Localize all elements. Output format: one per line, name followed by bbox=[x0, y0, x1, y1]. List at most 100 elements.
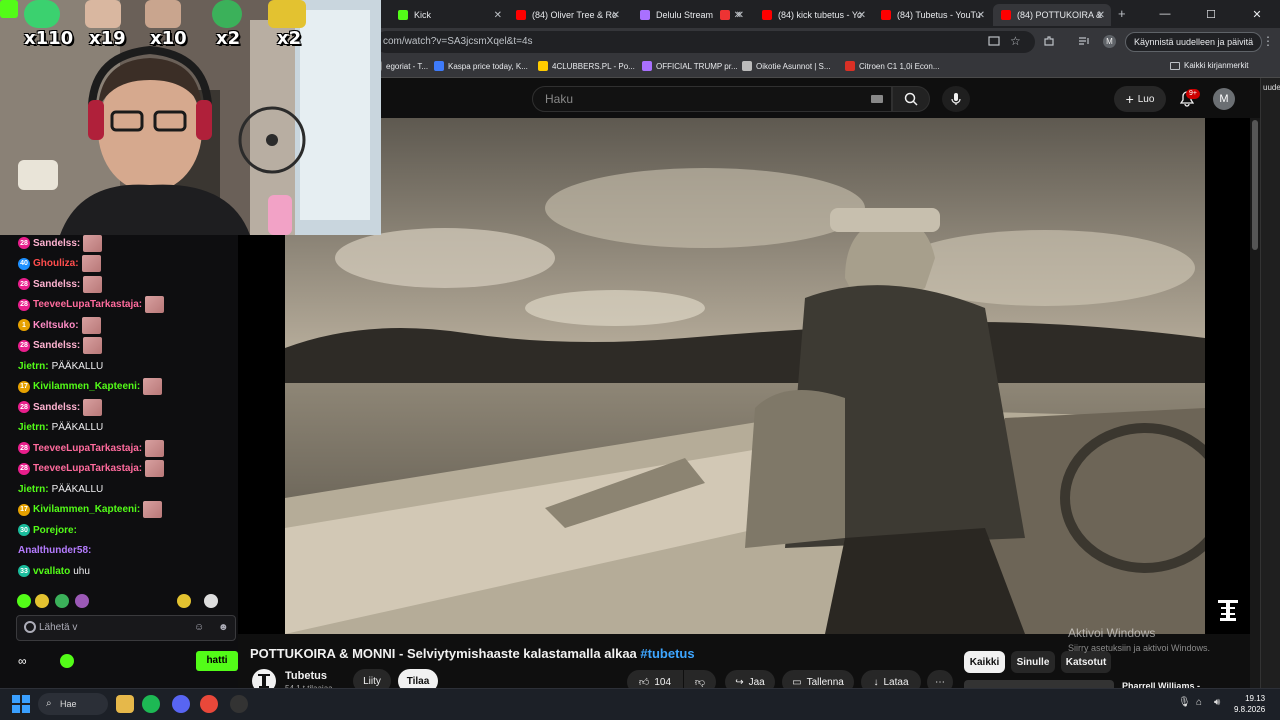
keyboard-icon[interactable] bbox=[871, 95, 883, 103]
chat-message[interactable]: 28 TeeveeLupaTarkastaja: bbox=[18, 460, 165, 478]
bookmark-item[interactable]: 4CLUBBERS.PL - Po... bbox=[538, 61, 635, 71]
discord-icon[interactable] bbox=[172, 695, 190, 713]
tab-close-icon[interactable]: ✕ bbox=[858, 10, 866, 21]
spotify-icon[interactable] bbox=[142, 695, 160, 713]
taskbar-clock[interactable]: 19.13 9.8.2026 bbox=[1234, 693, 1265, 715]
background-window[interactable]: uude bbox=[1260, 78, 1280, 688]
chat-message[interactable]: Jietrn: PÄÄKALLU bbox=[18, 419, 103, 437]
browser-tab[interactable]: (84) POTTUKOIRA & ✕ bbox=[993, 4, 1111, 26]
save-label: Tallenna bbox=[806, 676, 844, 688]
emoji-icon[interactable]: ☻ bbox=[218, 622, 229, 633]
install-app-icon[interactable] bbox=[988, 35, 1000, 47]
hashtag-link[interactable]: #tubetus bbox=[640, 646, 694, 661]
chat-username[interactable]: Porejore: bbox=[33, 525, 77, 536]
media-control-icon[interactable] bbox=[1078, 35, 1090, 47]
chat-message[interactable]: 17 Kivilammen_Kapteeni: bbox=[18, 501, 163, 519]
bookmark-item[interactable]: Oikotie Asunnot | S... bbox=[742, 61, 831, 71]
video-frame[interactable] bbox=[285, 118, 1205, 634]
create-button[interactable]: + Luo bbox=[1114, 86, 1166, 112]
chip-watched[interactable]: Katsotut bbox=[1061, 651, 1111, 673]
kick-coin-icon[interactable] bbox=[60, 654, 74, 668]
channel-name[interactable]: Tubetus bbox=[285, 670, 327, 682]
url-field[interactable]: com/watch?v=SA3jcsmXqel&t=4s bbox=[375, 31, 1035, 53]
extensions-icon[interactable] bbox=[1043, 35, 1055, 47]
bookmark-item[interactable]: Citroen C1 1,0i Econ... bbox=[845, 61, 939, 71]
chat-message[interactable]: 17 Kivilammen_Kapteeni: bbox=[18, 378, 163, 396]
channel-watermark-icon[interactable] bbox=[1214, 596, 1242, 624]
chat-settings-icon[interactable] bbox=[24, 621, 36, 633]
chat-username[interactable]: Keltsuko: bbox=[33, 320, 79, 331]
chat-username[interactable]: Ghouliza: bbox=[33, 258, 79, 269]
volume-icon[interactable]: 🔊︎ bbox=[1214, 697, 1220, 708]
microphone-tray-icon[interactable]: 🎙︎ bbox=[1178, 697, 1191, 708]
profile-avatar[interactable]: M bbox=[1103, 35, 1116, 48]
close-window-icon[interactable]: ✕ bbox=[1234, 0, 1280, 28]
network-icon[interactable]: ⌂ bbox=[1196, 697, 1202, 708]
chat-username[interactable]: Sandelss: bbox=[33, 279, 80, 290]
chat-message[interactable]: 30 Porejore: bbox=[18, 521, 77, 539]
scrollbar-thumb[interactable] bbox=[1252, 120, 1258, 250]
chat-username[interactable]: TeeveeLupaTarkastaja: bbox=[33, 463, 142, 474]
restart-update-button[interactable]: Käynnistä uudelleen ja päivitä bbox=[1125, 32, 1263, 52]
subscriber-badge: 17 bbox=[18, 380, 30, 393]
bookmark-item[interactable]: Kaspa price today, K... bbox=[434, 61, 528, 71]
maximize-icon[interactable]: ☐ bbox=[1188, 0, 1234, 28]
chat-username[interactable]: Kivilammen_Kapteeni: bbox=[33, 504, 140, 515]
chat-message[interactable]: 33 vvallato uhu bbox=[18, 562, 90, 580]
chat-username[interactable]: Sandelss: bbox=[33, 402, 80, 413]
chat-username[interactable]: Sandelss: bbox=[33, 238, 80, 249]
obs-icon[interactable] bbox=[230, 695, 248, 713]
emote-picker-icon[interactable]: ☺ bbox=[194, 622, 204, 633]
chat-send-button[interactable]: hatti bbox=[196, 651, 238, 671]
browser-menu-icon[interactable]: ⋮ bbox=[1262, 34, 1274, 48]
bookmark-item[interactable]: OFFICIAL TRUMP pr... bbox=[642, 61, 738, 71]
chat-username[interactable]: Jietrn: bbox=[18, 361, 49, 372]
browser-tab[interactable]: (84) kick tubetus - Yo ✕ bbox=[754, 4, 872, 26]
user-avatar[interactable]: M bbox=[1213, 88, 1235, 110]
file-explorer-icon[interactable] bbox=[116, 695, 134, 713]
minimize-icon[interactable]: — bbox=[1142, 0, 1188, 28]
search-input[interactable]: Haku bbox=[532, 86, 892, 112]
browser-tab[interactable]: Kick ✕ bbox=[390, 4, 508, 26]
windows-start-icon[interactable] bbox=[12, 695, 30, 713]
tab-close-icon[interactable]: ✕ bbox=[1097, 10, 1105, 21]
chat-message[interactable]: Analthunder58: bbox=[18, 542, 91, 560]
tab-close-icon[interactable]: ✕ bbox=[612, 10, 620, 21]
voice-search-button[interactable] bbox=[942, 86, 970, 112]
search-button[interactable] bbox=[892, 86, 930, 112]
chat-username[interactable]: Kivilammen_Kapteeni: bbox=[33, 381, 140, 392]
chat-message[interactable]: Jietrn: PÄÄKALLU bbox=[18, 357, 103, 375]
chat-message[interactable]: 28 Sandelss: bbox=[18, 234, 103, 252]
all-bookmarks[interactable]: Kaikki kirjanmerkit bbox=[1170, 61, 1248, 70]
chat-message[interactable]: 28 Sandelss: bbox=[18, 398, 103, 416]
browser-tab[interactable]: (84) Oliver Tree & Ro ✕ bbox=[508, 4, 626, 26]
chat-message[interactable]: 1 Keltsuko: bbox=[18, 316, 101, 334]
chat-message[interactable]: 28 Sandelss: bbox=[18, 337, 103, 355]
bookmark-star-icon[interactable]: ☆ bbox=[1010, 34, 1021, 48]
tab-label: (84) Tubetus - YouTu bbox=[897, 10, 981, 20]
chip-for-you[interactable]: Sinulle bbox=[1011, 651, 1055, 673]
chat-message[interactable]: 28 Sandelss: bbox=[18, 275, 103, 293]
tab-close-icon[interactable]: ✕ bbox=[977, 10, 985, 21]
chip-all[interactable]: Kaikki bbox=[964, 651, 1005, 673]
windows-taskbar bbox=[0, 688, 1280, 720]
chat-username[interactable]: Jietrn: bbox=[18, 484, 49, 495]
browser-tab[interactable]: (84) Tubetus - YouTu ✕ bbox=[873, 4, 991, 26]
chat-message[interactable]: Jietrn: PÄÄKALLU bbox=[18, 480, 103, 498]
chat-message[interactable]: 40 Ghouliza: bbox=[18, 255, 101, 273]
chat-message[interactable]: 28 TeeveeLupaTarkastaja: bbox=[18, 296, 165, 314]
chat-username[interactable]: vvallato bbox=[33, 566, 70, 577]
chat-username[interactable]: Sandelss: bbox=[33, 340, 80, 351]
new-tab-button[interactable]: + bbox=[1118, 6, 1126, 21]
chrome-icon[interactable] bbox=[200, 695, 218, 713]
chat-username[interactable]: Analthunder58: bbox=[18, 545, 91, 556]
chat-message[interactable]: 28 TeeveeLupaTarkastaja: bbox=[18, 439, 165, 457]
browser-tab[interactable]: ✕ bbox=[712, 4, 748, 26]
chat-tools-icon[interactable]: ∞ bbox=[18, 654, 27, 668]
subscriber-badge: 17 bbox=[18, 503, 30, 516]
chat-username[interactable]: TeeveeLupaTarkastaja: bbox=[33, 299, 142, 310]
tab-close-icon[interactable]: ✕ bbox=[494, 10, 502, 21]
chat-username[interactable]: TeeveeLupaTarkastaja: bbox=[33, 443, 142, 454]
chat-username[interactable]: Jietrn: bbox=[18, 422, 49, 433]
tab-close-icon[interactable]: ✕ bbox=[734, 10, 742, 21]
